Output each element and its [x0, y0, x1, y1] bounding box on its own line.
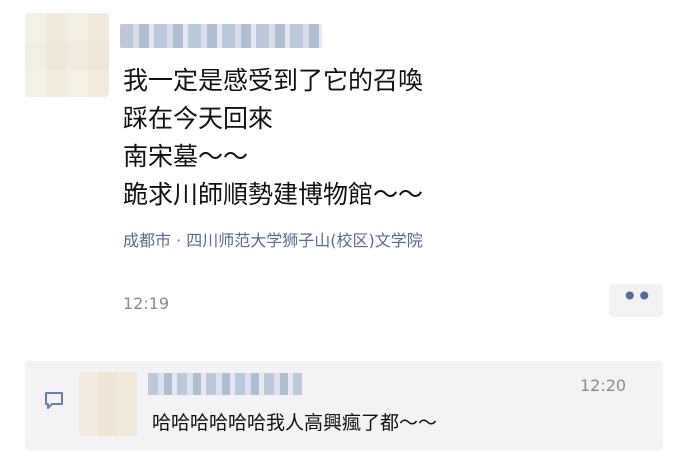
post-location[interactable]: 成都市 · 四川师范大学狮子山(校区)文学院: [123, 229, 423, 253]
post-content: 我一定是感受到了它的召喚 踩在今天回來 南宋墓～～ 跪求川師順勢建博物館～～: [123, 62, 643, 214]
more-icon: ••: [621, 280, 652, 313]
post-line: 跪求川師順勢建博物館～～: [123, 180, 424, 209]
comment-text: 哈哈哈哈哈哈我人高興瘋了都～～: [152, 412, 438, 434]
post-line: 踩在今天回來: [123, 104, 274, 133]
post-timestamp: 12:19: [123, 294, 170, 313]
post-author-name[interactable]: [120, 24, 322, 48]
comment-icon: [45, 392, 63, 409]
post-line: 南宋墓～～: [123, 142, 249, 171]
comment-avatar[interactable]: [79, 372, 137, 436]
comment-author-name[interactable]: [148, 373, 302, 395]
more-button[interactable]: ••: [609, 283, 663, 317]
post-avatar[interactable]: [25, 13, 109, 97]
post-line: 我一定是感受到了它的召喚: [123, 66, 424, 95]
comment-timestamp: 12:20: [580, 376, 627, 395]
comment-area: 12:20 哈哈哈哈哈哈我人高興瘋了都～～: [25, 361, 663, 451]
